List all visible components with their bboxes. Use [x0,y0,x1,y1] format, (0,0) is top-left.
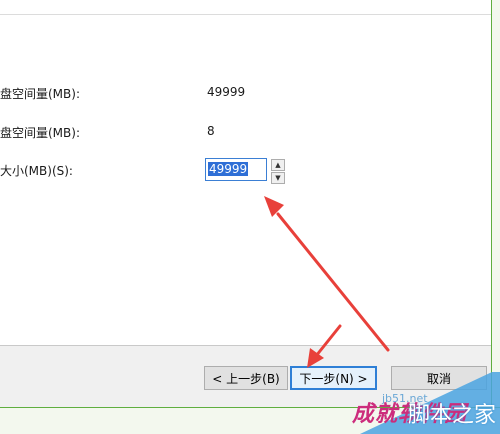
max-space-label: 盘空间量(MB): [0,87,80,101]
back-button[interactable]: < 上一步(B) [204,366,288,390]
wizard-page: 盘空间量(MB): 49999 盘空间量(MB): 8 大小(MB)(S): 4… [0,0,491,407]
cancel-button[interactable]: 取消 [391,366,487,390]
chevron-down-icon: ▼ [275,174,281,182]
next-button[interactable]: 下一步(N) > [290,366,377,390]
min-space-label: 盘空间量(MB): [0,126,80,140]
min-space-value: 8 [207,124,215,138]
header-area [0,0,491,15]
max-space-value: 49999 [207,85,246,99]
size-selected-text: 49999 [208,162,249,176]
chevron-up-icon: ▲ [275,161,281,169]
watermark-brand: 脚本之家 [408,403,497,428]
size-label: 大小(MB)(S): [0,164,73,178]
window-border-right [491,0,500,434]
stepper-up-button[interactable]: ▲ [271,159,285,171]
stepper-down-button[interactable]: ▼ [271,172,285,184]
size-stepper[interactable]: 49999 ▲ ▼ [205,158,285,185]
